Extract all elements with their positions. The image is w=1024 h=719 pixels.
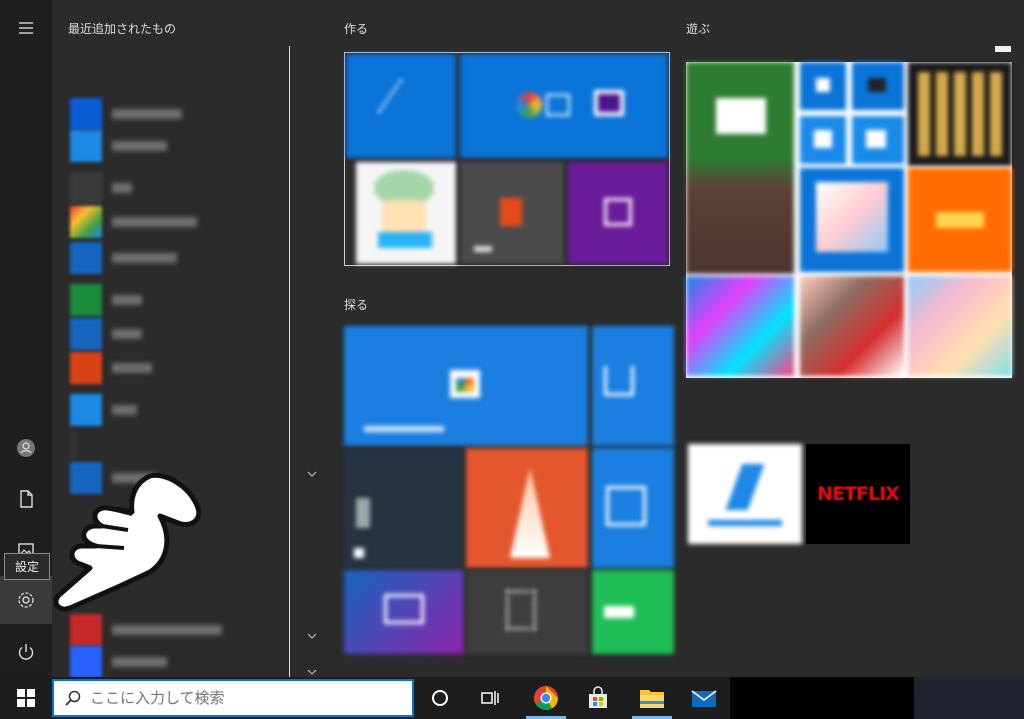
list-item[interactable]: [70, 170, 270, 206]
file-explorer-icon: [640, 690, 664, 708]
app-label: [112, 183, 132, 193]
file-explorer-button[interactable]: [628, 677, 676, 719]
tile-office[interactable]: [460, 162, 564, 264]
app-label: [112, 217, 197, 227]
user-account-button[interactable]: [0, 424, 52, 472]
app-label: [112, 363, 152, 373]
list-item[interactable]: [70, 316, 270, 352]
tile-store[interactable]: [344, 326, 588, 446]
app-list-scrollbar[interactable]: [289, 46, 290, 677]
recently-added-header: 最近追加されたもの: [68, 22, 177, 36]
user-icon: [17, 439, 35, 457]
chrome-icon: [533, 686, 558, 711]
list-item[interactable]: [70, 96, 270, 132]
tile-game[interactable]: [908, 168, 1012, 272]
app-label: [112, 295, 142, 305]
app-label: [112, 141, 167, 151]
tile-app[interactable]: [592, 326, 674, 446]
store-icon: [589, 686, 607, 708]
taskbar-redacted-area: [730, 677, 914, 719]
app-icon: [70, 318, 102, 350]
tile-app[interactable]: [346, 54, 456, 158]
app-label: [112, 405, 137, 415]
tile-app[interactable]: [466, 570, 588, 654]
app-label: [112, 657, 167, 667]
list-item[interactable]: [70, 240, 270, 276]
app-icon: [70, 172, 102, 204]
app-label: [112, 625, 222, 635]
document-icon: [20, 490, 33, 508]
tile-app[interactable]: [592, 448, 674, 568]
windows-icon: [17, 689, 35, 707]
tile-app[interactable]: [344, 570, 464, 654]
system-tray[interactable]: [914, 677, 1024, 719]
tile-app[interactable]: [852, 62, 904, 110]
chevron-down-icon[interactable]: [306, 468, 318, 480]
power-button[interactable]: [0, 628, 52, 676]
group-handle[interactable]: [995, 46, 1011, 52]
app-icon: [70, 130, 102, 162]
tile-game[interactable]: [800, 168, 904, 272]
mail-button[interactable]: [680, 677, 728, 719]
app-icon: [70, 394, 102, 426]
app-label: [112, 109, 182, 119]
tile-app[interactable]: [460, 54, 668, 158]
pointing-hand-icon: [53, 472, 202, 612]
tile-app[interactable]: [592, 570, 674, 654]
store-button[interactable]: [574, 677, 622, 719]
app-label: [112, 329, 142, 339]
tile-app[interactable]: [800, 62, 846, 110]
app-icon: [70, 98, 102, 130]
group-title-create[interactable]: 作る: [344, 20, 368, 37]
chevron-down-icon[interactable]: [306, 630, 318, 642]
cortana-icon: [432, 690, 448, 706]
tile-game[interactable]: [908, 62, 1012, 166]
tile-app[interactable]: [688, 444, 802, 544]
search-icon: [65, 690, 81, 706]
tile-minecraft[interactable]: [686, 62, 794, 274]
netflix-logo: NETFLIX: [817, 483, 900, 505]
list-item[interactable]: [70, 282, 270, 318]
power-icon: [18, 644, 34, 660]
app-icon: [70, 614, 102, 646]
list-item[interactable]: [70, 204, 270, 240]
taskbar: [0, 677, 1024, 719]
task-view-button[interactable]: [466, 677, 514, 719]
app-icon: [70, 352, 102, 384]
mail-icon: [691, 690, 717, 707]
app-icon: [70, 206, 102, 238]
list-item[interactable]: [70, 426, 270, 462]
app-label: [112, 253, 177, 263]
group-title-explore[interactable]: 探る: [344, 296, 368, 313]
task-view-icon: [481, 691, 499, 705]
list-item[interactable]: [70, 350, 270, 386]
search-input[interactable]: [90, 689, 390, 707]
tile-onenote[interactable]: [568, 162, 668, 264]
list-item[interactable]: [70, 644, 270, 680]
app-icon: [70, 428, 76, 460]
tile-weather[interactable]: [344, 448, 464, 568]
tile-app[interactable]: [800, 116, 846, 164]
list-item[interactable]: [70, 128, 270, 164]
gear-icon: [18, 592, 34, 608]
hamburger-icon: [19, 22, 33, 34]
tile-news[interactable]: [466, 448, 588, 568]
search-box[interactable]: [52, 679, 414, 717]
app-icon: [70, 646, 102, 678]
tile-app[interactable]: [852, 116, 904, 164]
tile-game[interactable]: [800, 276, 904, 376]
tile-app[interactable]: [356, 162, 456, 264]
chrome-button[interactable]: [522, 677, 570, 719]
start-button[interactable]: [0, 677, 52, 719]
tile-game[interactable]: [686, 276, 794, 376]
cortana-button[interactable]: [416, 677, 464, 719]
app-icon: [70, 284, 102, 316]
hamburger-menu-button[interactable]: [0, 4, 52, 52]
tile-game[interactable]: [908, 276, 1012, 376]
group-title-play[interactable]: 遊ぶ: [686, 20, 710, 37]
tile-netflix[interactable]: NETFLIX: [806, 444, 910, 544]
list-item[interactable]: [70, 392, 270, 428]
app-icon: [70, 242, 102, 274]
